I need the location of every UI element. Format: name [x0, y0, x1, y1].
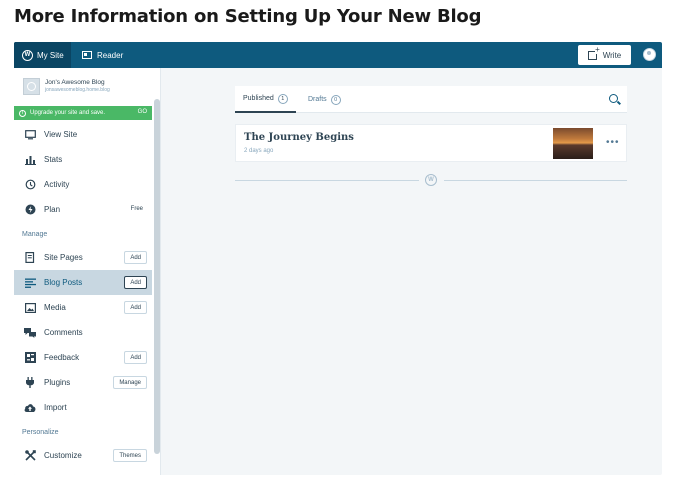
site-url: jonsawesomeblog.home.blog — [45, 86, 110, 93]
themes-button[interactable]: Themes — [113, 449, 147, 462]
monitor-icon — [24, 129, 36, 141]
masterbar: W My Site Reader Write — [14, 42, 662, 68]
feedback-icon — [24, 352, 36, 364]
section-heading-manage: Manage — [22, 231, 48, 238]
sidebar-item-blog-posts[interactable]: Blog Posts Add — [14, 270, 152, 295]
tab-label: Published — [243, 95, 274, 102]
wordpress-logo-icon: W — [22, 49, 33, 61]
plug-icon — [24, 377, 36, 389]
reader-label: Reader — [97, 50, 124, 60]
sidebar-item-import[interactable]: Import — [14, 395, 152, 420]
posts-filter-bar: Published 1 Drafts 0 — [235, 86, 627, 113]
history-icon — [24, 179, 36, 191]
plan-value: Free — [130, 206, 143, 212]
sidebar-item-plan[interactable]: Plan Free — [14, 197, 152, 222]
site-card[interactable]: Jon's Awesome Blog jonsawesomeblog.home.… — [14, 68, 152, 104]
site-icon — [23, 77, 40, 95]
article-heading: More Information on Setting Up Your New … — [14, 6, 482, 27]
sidebar-item-label: Feedback — [44, 353, 80, 362]
sidebar-item-plugins[interactable]: Plugins Manage — [14, 370, 152, 395]
sidebar-item-label: Activity — [44, 180, 70, 189]
drafts-count: 0 — [330, 94, 341, 105]
plan-icon — [24, 204, 36, 216]
sidebar-scrollbar[interactable] — [154, 99, 160, 454]
tab-label: Drafts — [308, 96, 327, 103]
sidebar-item-label: Import — [44, 403, 67, 412]
info-icon: i — [19, 109, 26, 117]
tools-icon — [24, 450, 36, 462]
cloud-upload-icon — [24, 402, 36, 414]
divider-line-right — [444, 180, 627, 181]
bar-chart-icon — [24, 154, 36, 166]
sidebar-item-label: Stats — [44, 155, 63, 164]
upgrade-go-label: GO — [137, 109, 147, 115]
write-button[interactable]: Write — [578, 45, 631, 65]
sidebar-item-view-site[interactable]: View Site — [14, 122, 152, 147]
sidebar-item-label: Media — [44, 303, 66, 312]
wordpress-logo-icon: W — [425, 174, 437, 186]
avatar[interactable] — [643, 48, 656, 61]
sidebar-item-comments[interactable]: Comments — [14, 320, 152, 345]
post-date: 2 days ago — [244, 148, 274, 154]
app-frame: W My Site Reader Write Jon's Awesome Blo… — [14, 42, 662, 475]
add-post-button[interactable]: Add — [124, 276, 147, 289]
image-icon — [24, 302, 36, 314]
post-title[interactable]: The Journey Begins — [244, 132, 354, 143]
upgrade-nudge[interactable]: i Upgrade your site and save. GO — [14, 106, 152, 120]
sidebar-item-customize[interactable]: Customize Themes — [14, 443, 152, 468]
comments-icon — [24, 327, 36, 339]
reader-tab[interactable]: Reader — [78, 42, 123, 68]
sidebar-item-label: Site Pages — [44, 253, 83, 262]
site-title: Jon's Awesome Blog — [45, 78, 105, 86]
sidebar-item-site-pages[interactable]: Site Pages Add — [14, 245, 152, 270]
my-site-label: My Site — [37, 50, 64, 60]
search-icon[interactable] — [609, 94, 618, 103]
upgrade-text: Upgrade your site and save. — [30, 110, 106, 116]
sidebar-item-label: View Site — [44, 130, 78, 139]
manage-plugins-button[interactable]: Manage — [113, 376, 147, 389]
published-count: 1 — [277, 93, 288, 104]
sidebar-item-media[interactable]: Media Add — [14, 295, 152, 320]
post-card[interactable]: The Journey Begins 2 days ago ••• — [235, 124, 627, 162]
my-site-tab[interactable]: W My Site — [14, 42, 71, 68]
sidebar-item-label: Plan — [44, 205, 61, 214]
sidebar-item-label: Customize — [44, 451, 82, 460]
sidebar-item-stats[interactable]: Stats — [14, 147, 152, 172]
add-feedback-button[interactable]: Add — [124, 351, 147, 364]
posts-icon — [24, 277, 36, 289]
write-label: Write — [602, 50, 622, 60]
section-heading-personalize: Personalize — [22, 429, 59, 436]
add-media-button[interactable]: Add — [124, 301, 147, 314]
page-icon — [24, 252, 36, 264]
tab-drafts[interactable]: Drafts 0 — [308, 86, 341, 113]
sidebar-item-label: Plugins — [44, 378, 71, 387]
sidebar-item-label: Blog Posts — [44, 278, 83, 287]
write-icon — [587, 45, 600, 60]
divider-line-left — [235, 180, 419, 181]
sidebar-item-feedback[interactable]: Feedback Add — [14, 345, 152, 370]
sidebar-item-label: Comments — [44, 328, 83, 337]
sidebar: Jon's Awesome Blog jonsawesomeblog.home.… — [14, 68, 161, 475]
tab-published[interactable]: Published 1 — [235, 86, 296, 113]
add-page-button[interactable]: Add — [124, 251, 147, 264]
post-thumbnail — [553, 128, 593, 159]
sidebar-item-activity[interactable]: Activity — [14, 172, 152, 197]
reader-icon — [82, 51, 92, 59]
more-options-icon[interactable]: ••• — [606, 137, 620, 148]
